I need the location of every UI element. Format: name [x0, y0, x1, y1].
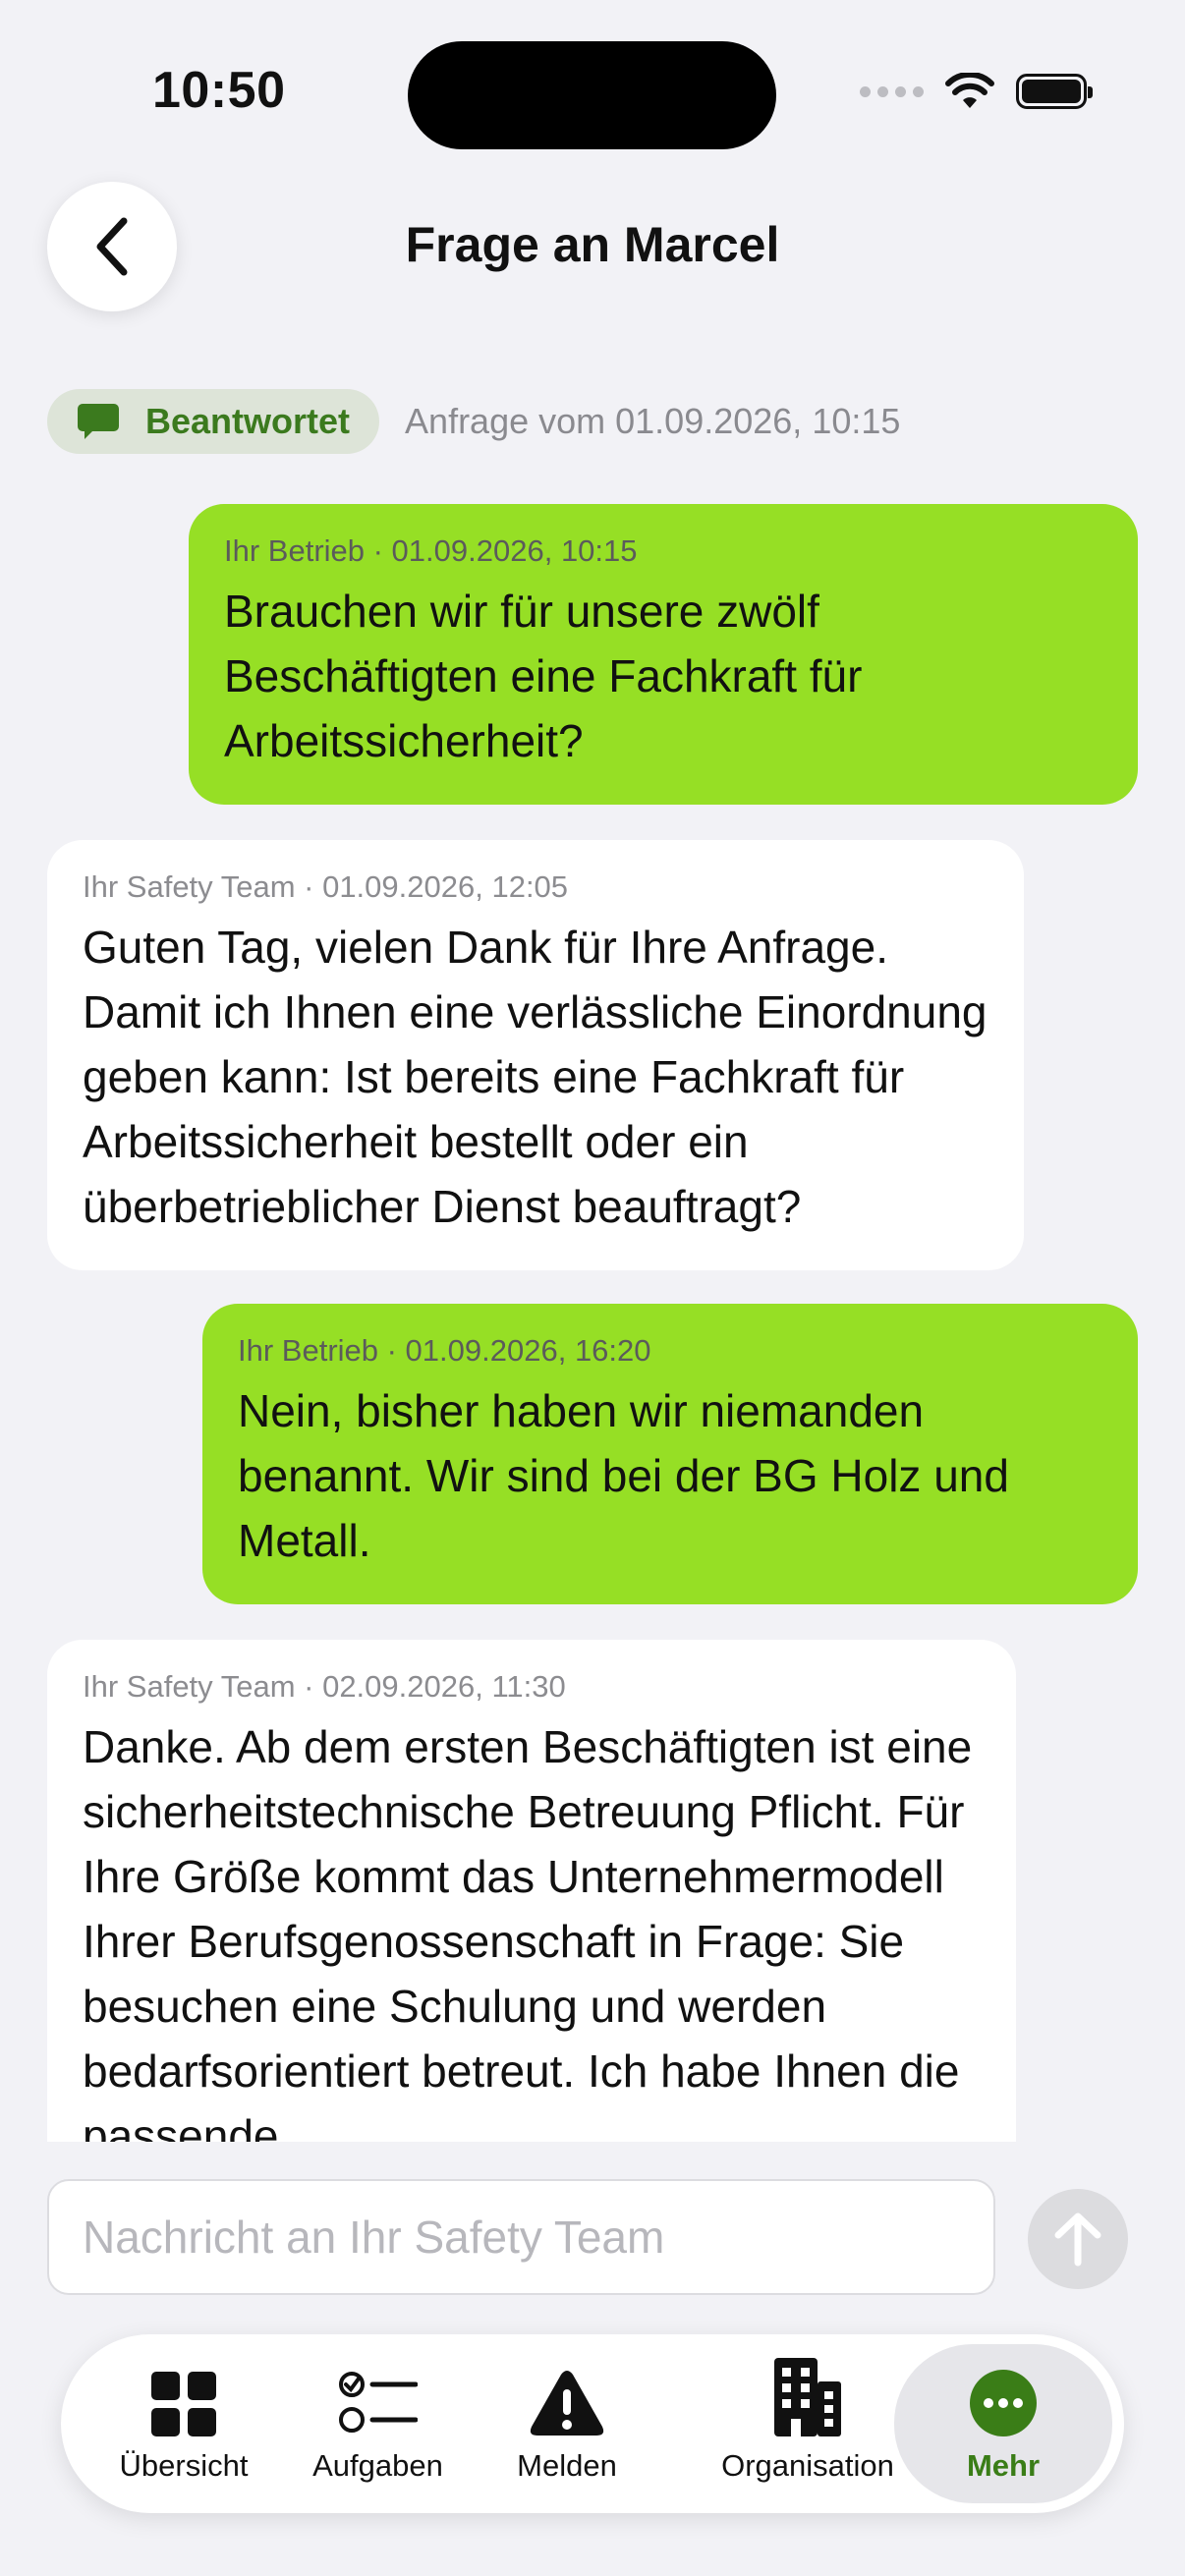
more-icon — [970, 2370, 1037, 2436]
checklist-icon — [338, 2372, 418, 2433]
building-icon — [774, 2358, 841, 2436]
wifi-icon — [945, 73, 994, 108]
chat-bubble-icon — [78, 404, 119, 439]
tab-overview[interactable]: Übersicht — [100, 2334, 267, 2513]
message-input[interactable]: Nachricht an Ihr Safety Team — [47, 2179, 995, 2295]
tab-label: Mehr — [966, 2448, 1041, 2483]
battery-icon — [1016, 74, 1093, 109]
message-bubble-incoming: Ihr Safety Team · 01.09.2026, 12:05 Gute… — [47, 840, 1024, 1270]
send-button[interactable] — [1028, 2189, 1128, 2289]
message-text: Guten Tag, vielen Dank für Ihre Anfrage.… — [83, 922, 988, 1232]
message-bubble-incoming: Ihr Safety Team · 02.09.2026, 11:30 Dank… — [47, 1640, 1016, 2142]
tab-bar: Übersicht Aufgaben Melden Organisation M… — [61, 2334, 1124, 2513]
arrow-up-icon — [1054, 2212, 1101, 2267]
message-meta: Ihr Safety Team · 01.09.2026, 12:05 — [83, 869, 569, 904]
message-meta: Ihr Safety Team · 02.09.2026, 11:30 — [83, 1669, 566, 1704]
tab-label: Melden — [517, 2448, 617, 2483]
page-title: Frage an Marcel — [405, 217, 780, 272]
status-badge: Beantwortet — [47, 389, 380, 454]
message-meta: Ihr Betrieb · 01.09.2026, 16:20 — [238, 1333, 651, 1368]
request-status-row: Beantwortet Anfrage vom 01.09.2026, 10:1… — [47, 389, 900, 454]
dynamic-island — [408, 41, 776, 149]
tab-report[interactable]: Melden — [493, 2334, 641, 2513]
message-meta: Ihr Betrieb · 01.09.2026, 10:15 — [224, 533, 638, 568]
grid-icon — [151, 2372, 216, 2436]
warning-icon — [530, 2371, 604, 2436]
cellular-signal-icon — [860, 85, 924, 97]
message-bubble-outgoing: Ihr Betrieb · 01.09.2026, 10:15 Brauchen… — [189, 504, 1138, 805]
status-time: 10:50 — [152, 62, 286, 119]
tab-label: Aufgaben — [312, 2448, 443, 2483]
message-text: Nein, bisher haben wir niemanden benannt… — [238, 1385, 1009, 1566]
message-list[interactable]: Ihr Betrieb · 01.09.2026, 10:15 Brauchen… — [0, 496, 1185, 2142]
message-text: Brauchen wir für unsere zwölf Beschäftig… — [224, 586, 863, 766]
tab-label: Übersicht — [119, 2448, 249, 2483]
tab-label: Organisation — [721, 2448, 894, 2483]
tab-organization[interactable]: Organisation — [690, 2334, 926, 2513]
tab-more[interactable]: Mehr — [894, 2344, 1112, 2503]
message-bubble-outgoing: Ihr Betrieb · 01.09.2026, 16:20 Nein, bi… — [202, 1304, 1138, 1604]
status-icons — [860, 73, 1093, 110]
message-text: Danke. Ab dem ersten Beschäftigten ist e… — [83, 1721, 973, 2142]
tab-tasks[interactable]: Aufgaben — [297, 2334, 459, 2513]
request-date: Anfrage vom 01.09.2026, 10:15 — [405, 401, 901, 441]
status-badge-label: Beantwortet — [145, 401, 351, 441]
